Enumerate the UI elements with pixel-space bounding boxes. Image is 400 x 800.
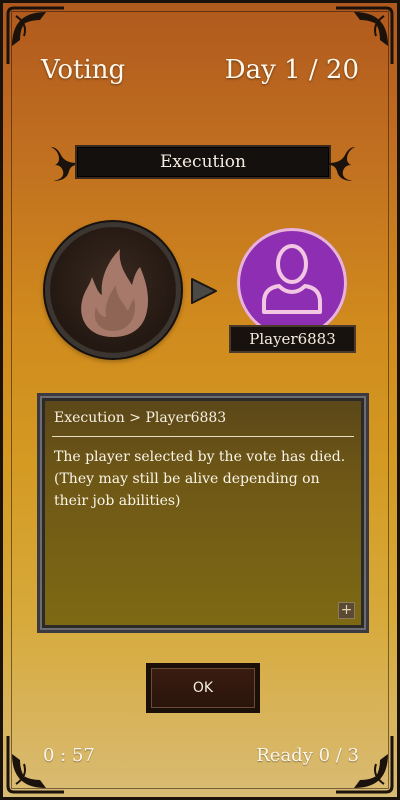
fire-icon	[81, 249, 148, 337]
play-arrow-icon	[191, 278, 217, 304]
panel-title: Execution > Player6883	[54, 410, 227, 426]
day-counter: Day 1 / 20	[224, 55, 359, 85]
banner-ornament-icon	[329, 147, 355, 181]
panel-description: The player selected by the vote has died…	[54, 449, 346, 509]
execution-banner-label: Execution	[75, 145, 331, 179]
expand-button[interactable]: +	[338, 602, 355, 619]
target-avatar	[237, 228, 347, 338]
person-icon	[262, 244, 322, 314]
detail-panel: Execution > Player6883 The player select…	[37, 393, 369, 633]
ok-button[interactable]: OK	[148, 665, 258, 711]
ready-status: Ready 0 / 3	[256, 745, 359, 766]
target-name-plate: Player6883	[229, 325, 356, 353]
section-banner: Execution	[49, 141, 357, 185]
execution-action-icon	[50, 227, 176, 353]
phase-title: Voting	[41, 55, 126, 85]
panel-divider	[52, 436, 354, 437]
countdown-timer: 0 : 57	[43, 745, 95, 766]
game-frame: Voting Day 1 / 20 Execution Player6883 E…	[0, 0, 400, 800]
